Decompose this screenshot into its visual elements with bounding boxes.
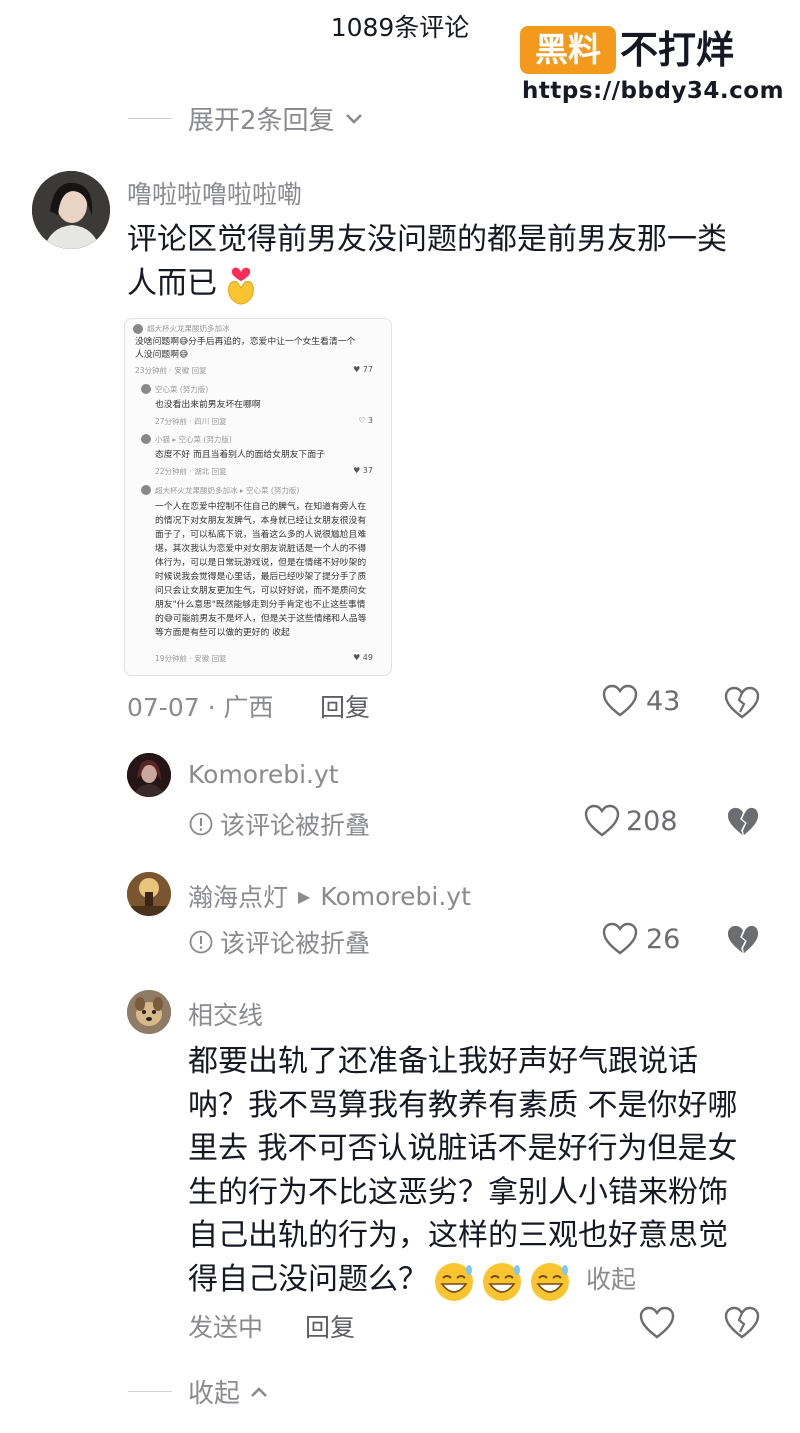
watermark-url: https://bbdy34.com — [522, 78, 785, 104]
reply-button[interactable]: 回复 — [320, 688, 370, 724]
comment-attachment-image[interactable]: 超大杯火龙果酸奶多加冰 没啥问题啊😅分手后再追的，恋爱中让一个女生看清一个 人没… — [124, 318, 392, 676]
chevron-down-icon — [345, 113, 362, 124]
heart-icon — [584, 804, 620, 837]
dislike-button[interactable] — [726, 806, 760, 842]
avatar[interactable] — [127, 753, 171, 797]
avatar[interactable] — [127, 872, 171, 916]
heart-icon — [602, 922, 638, 955]
collapse-replies-label: 收起 — [188, 1379, 241, 1409]
reply-arrow-icon: ▶ — [298, 886, 311, 906]
collapse-replies-button[interactable]: 收起 — [188, 1373, 270, 1410]
comment-author[interactable]: 噜啦啦噜啦啦嘞 — [127, 175, 302, 211]
reply-button[interactable]: 回复 — [305, 1308, 355, 1344]
avatar-image — [127, 753, 171, 797]
like-count: 43 — [646, 685, 681, 717]
expand-replies-button[interactable]: 展开2条回复 — [188, 100, 365, 137]
reply-author[interactable]: 瀚海点灯 — [188, 878, 288, 914]
heart-icon — [639, 1306, 675, 1339]
reply-text-line: 里去 我不可否认说脏话不是好行为但是女 — [188, 1131, 738, 1166]
reply-text-line: 生的行为不比这恶劣？拿别人小错来粉饰 — [188, 1174, 728, 1210]
watermark-brand: 不打烊 — [620, 28, 735, 72]
like-count: 26 — [646, 923, 681, 955]
divider — [128, 118, 172, 119]
reply-author[interactable]: 相交线 — [188, 996, 263, 1032]
divider — [128, 1391, 172, 1392]
sending-status: 发送中 — [188, 1313, 264, 1342]
like-count: 208 — [626, 805, 678, 837]
chevron-up-icon — [251, 1386, 267, 1397]
avatar[interactable] — [32, 171, 110, 249]
avatar[interactable] — [127, 990, 171, 1034]
dislike-button[interactable] — [724, 686, 760, 724]
heart-hands-icon — [228, 267, 254, 305]
comment-text: 评论区觉得前男友没问题的都是前男友那一类 人而已 — [127, 218, 777, 306]
like-button[interactable]: 43 — [602, 684, 680, 718]
folded-notice-text: 该评论被折叠 — [220, 929, 371, 958]
reply-target[interactable]: Komorebi.yt — [320, 882, 471, 911]
like-button[interactable]: 26 — [602, 922, 680, 956]
folded-notice[interactable]: 该评论被折叠 — [188, 924, 370, 960]
dislike-button[interactable] — [726, 924, 760, 960]
avatar-image — [32, 171, 110, 249]
comment-text-line: 人而已 — [127, 266, 217, 301]
reply-text-line: 呐？我不骂算我有教养有素质 不是你好哪 — [188, 1087, 738, 1123]
watermark-badge: 黑料 — [520, 26, 616, 74]
info-icon — [189, 930, 213, 954]
folded-notice[interactable]: 该评论被折叠 — [188, 806, 370, 842]
avatar-image — [127, 990, 171, 1034]
broken-heart-icon — [724, 686, 760, 719]
reply-text-line: 自己出轨的行为，这样的三观也好意思觉 — [188, 1218, 728, 1253]
grin-sweat-emoji-icon — [435, 1262, 569, 1301]
like-button[interactable]: 208 — [584, 804, 678, 838]
collapse-text-button[interactable]: 收起 — [586, 1258, 636, 1302]
like-button[interactable] — [639, 1306, 675, 1344]
reply-text-line: 都要出轨了还准备让我好声好气跟说话 — [188, 1044, 698, 1079]
dislike-button[interactable] — [724, 1306, 760, 1344]
comment-text-line: 评论区觉得前男友没问题的都是前男友那一类 — [127, 222, 727, 257]
folded-notice-text: 该评论被折叠 — [220, 811, 371, 840]
watermark: 黑料 不打烊 https://bbdy34.com — [520, 26, 784, 106]
broken-heart-filled-icon — [727, 807, 759, 836]
broken-heart-filled-icon — [727, 925, 759, 954]
reply-header: 瀚海点灯 ▶ Komorebi.yt — [188, 878, 471, 914]
reply-text: 都要出轨了还准备让我好声好气跟说话 呐？我不骂算我有教养有素质 不是你好哪 里去… — [188, 1040, 788, 1302]
avatar-image — [127, 872, 171, 916]
expand-replies-label: 展开2条回复 — [188, 106, 335, 136]
info-icon — [189, 812, 213, 836]
reply-author[interactable]: Komorebi.yt — [188, 760, 339, 789]
comment-date-location: 07-07 · 广西 — [127, 693, 274, 722]
reply-text-line: 得自己没问题么？ — [188, 1261, 428, 1297]
heart-icon — [602, 684, 638, 717]
broken-heart-icon — [724, 1306, 760, 1339]
